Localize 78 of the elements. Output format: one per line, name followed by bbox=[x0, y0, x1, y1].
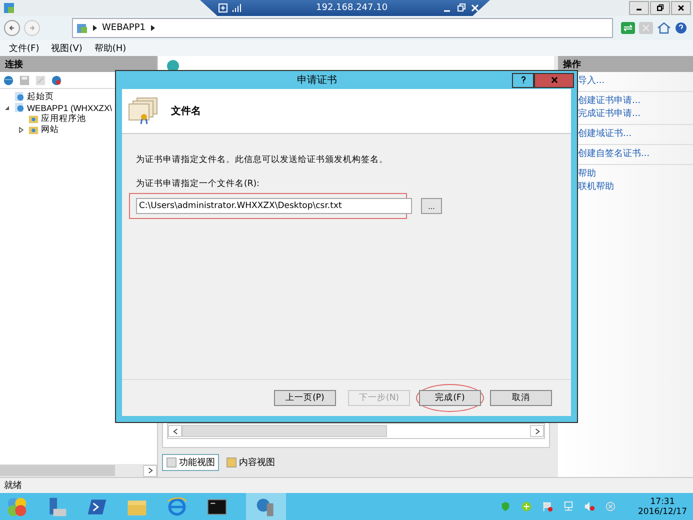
collapse-arrow-icon[interactable] bbox=[4, 104, 10, 110]
menu-item[interactable]: 视图(V) bbox=[51, 42, 82, 54]
action-link[interactable]: 创建域证书... bbox=[578, 128, 693, 141]
dialog-title: 申请证书 bbox=[297, 74, 337, 87]
action-link[interactable]: 帮助 bbox=[578, 168, 693, 181]
start-icon[interactable] bbox=[6, 496, 28, 518]
pane-header: 连接 bbox=[0, 56, 157, 72]
action-link[interactable]: 创建自签名证书... bbox=[578, 148, 693, 161]
chevron-icon[interactable] bbox=[93, 25, 97, 31]
chevron-left-icon bbox=[172, 428, 178, 434]
connect-icon[interactable] bbox=[51, 74, 62, 86]
menu-item[interactable]: 帮助(H) bbox=[94, 42, 126, 54]
back-button[interactable] bbox=[4, 20, 20, 36]
description-text: 为证书申请指定文件名。此信息可以发送给证书颁发机构签名。 bbox=[136, 154, 389, 166]
expand-arrow-icon[interactable] bbox=[18, 126, 24, 132]
dialog-button[interactable]: 上一页(P) bbox=[274, 390, 336, 406]
restore-button[interactable] bbox=[650, 1, 670, 15]
minimize-button[interactable] bbox=[629, 1, 649, 15]
help-icon[interactable] bbox=[675, 22, 689, 34]
pin-icon[interactable] bbox=[218, 3, 228, 13]
speaker-muted-icon[interactable] bbox=[584, 501, 595, 512]
signal-icon bbox=[232, 3, 242, 13]
close-button[interactable] bbox=[534, 72, 574, 88]
folder-icon bbox=[226, 457, 237, 468]
action-link[interactable]: 导入... bbox=[578, 75, 693, 88]
action-link[interactable]: 联机帮助 bbox=[578, 181, 693, 194]
action-link[interactable]: 完成证书申请... bbox=[578, 108, 693, 121]
question-mark-icon bbox=[520, 76, 526, 84]
scroll-right-button[interactable] bbox=[143, 464, 157, 476]
horizontal-scrollbar[interactable] bbox=[167, 423, 545, 439]
help-button[interactable] bbox=[512, 72, 534, 88]
refresh-icon[interactable] bbox=[621, 22, 635, 34]
scroll-left-button[interactable] bbox=[168, 425, 182, 437]
clock-date[interactable]: 2016/12/17 bbox=[638, 506, 687, 516]
app-icon bbox=[3, 2, 15, 14]
browse-button[interactable]: ... bbox=[421, 198, 442, 214]
scroll-right-button[interactable] bbox=[530, 425, 544, 437]
pane-header: 操作 bbox=[558, 56, 693, 72]
breadcrumb[interactable]: WEBAPP1 bbox=[102, 23, 146, 33]
clock-time[interactable]: 17:31 bbox=[650, 496, 675, 506]
folder-icon bbox=[28, 113, 39, 124]
dialog-button[interactable]: 取消 bbox=[490, 390, 552, 406]
scrollbar-thumb[interactable] bbox=[0, 465, 115, 476]
close-icon[interactable] bbox=[470, 3, 480, 13]
chevron-icon[interactable] bbox=[150, 25, 154, 31]
remote-title: 192.168.247.10 bbox=[316, 3, 388, 13]
restore-icon bbox=[656, 4, 664, 12]
close-icon bbox=[550, 76, 558, 84]
tree-item[interactable]: 应用程序池 bbox=[41, 112, 86, 124]
tree-item[interactable]: 网站 bbox=[41, 124, 59, 136]
close-button[interactable] bbox=[671, 1, 691, 15]
dialog-button[interactable]: 完成(F) bbox=[419, 390, 481, 406]
view-tab[interactable]: 内容视图 bbox=[222, 454, 279, 471]
scrollbar-thumb[interactable] bbox=[182, 425, 387, 437]
flag-icon[interactable] bbox=[542, 501, 553, 512]
restore-icon[interactable] bbox=[456, 3, 466, 13]
folder-icon bbox=[28, 124, 39, 135]
home-icon[interactable] bbox=[657, 22, 671, 34]
chevron-right-icon bbox=[148, 467, 152, 474]
tree-item[interactable]: WEBAPP1 (WHXXZX\ bbox=[27, 102, 112, 112]
view-tab[interactable]: 功能视图 bbox=[162, 454, 219, 471]
field-label: 为证书申请指定一个文件名(R): bbox=[136, 178, 260, 190]
file-name-field[interactable]: C:\Users\administrator.WHXXZX\Desktop\csr.txt bbox=[136, 198, 412, 214]
forward-arrow-icon bbox=[27, 23, 37, 33]
page-heading: 文件名 bbox=[171, 104, 201, 118]
globe-icon[interactable] bbox=[3, 74, 14, 86]
globe-page-icon bbox=[14, 91, 25, 102]
close-icon bbox=[677, 4, 685, 12]
tree-item[interactable]: 起始页 bbox=[27, 90, 54, 102]
globe-page-icon bbox=[14, 102, 25, 113]
certificate-icon bbox=[127, 96, 159, 126]
page-icon bbox=[166, 457, 177, 468]
server-globe-icon bbox=[76, 22, 88, 34]
menu-item[interactable]: 文件(F) bbox=[9, 42, 40, 54]
action-link[interactable]: 创建证书申请... bbox=[578, 95, 693, 108]
status-bar: 就绪 bbox=[0, 477, 693, 493]
chevron-right-icon bbox=[534, 428, 540, 434]
back-arrow-icon bbox=[7, 23, 17, 33]
